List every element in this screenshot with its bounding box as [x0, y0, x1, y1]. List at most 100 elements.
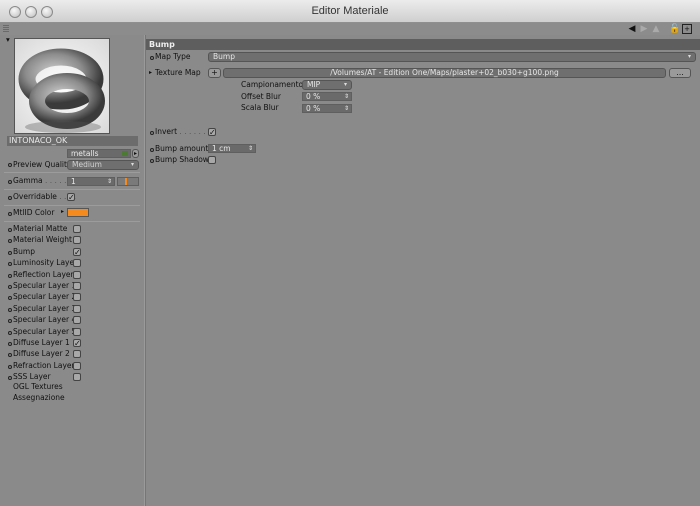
chevron-down-icon: ▾	[130, 161, 134, 168]
stepper-icon[interactable]: ⇕	[344, 93, 349, 101]
texture-add-button[interactable]: +	[208, 68, 221, 78]
material-preview[interactable]	[14, 38, 110, 134]
layer-label[interactable]: Diffuse Layer 1	[13, 338, 70, 348]
preset-field[interactable]: metalls	[67, 149, 131, 158]
layer-label[interactable]: Reflection Layer	[13, 270, 74, 280]
texture-map-label: Texture Map	[155, 68, 201, 77]
layer-label[interactable]: SSS Layer	[13, 372, 51, 382]
layer-checkbox[interactable]	[73, 350, 81, 358]
layer-checkbox[interactable]	[73, 293, 81, 301]
separator	[4, 221, 140, 222]
layer-checkbox[interactable]	[73, 373, 81, 381]
preset-arrow-button[interactable]: ▸	[132, 149, 139, 158]
layer-bullet	[8, 251, 12, 255]
layer-label[interactable]: Bump	[13, 247, 35, 257]
bump-amount-bullet	[150, 148, 154, 152]
bump-amount-input[interactable]: 1 cm ⇕	[208, 144, 256, 153]
layer-bullet	[8, 319, 12, 323]
layer-label[interactable]: Refraction Layer	[13, 361, 75, 371]
forward-arrow-icon[interactable]: ▶	[639, 24, 649, 34]
layer-checkbox[interactable]	[73, 225, 81, 233]
bump-amount-label: Bump amount	[155, 144, 209, 153]
texture-path-field[interactable]: /Volumes/AT - Edition One/Maps/plaster+0…	[223, 68, 666, 78]
new-window-icon[interactable]: +	[682, 24, 692, 34]
layer-label[interactable]: Specular Layer 5	[13, 327, 76, 337]
material-name[interactable]: INTONACO_OK	[7, 136, 138, 146]
up-arrow-icon[interactable]: ▲	[651, 24, 661, 34]
toolbar: ◀ ▶ ▲ 🔓 +	[0, 23, 700, 35]
gamma-slider[interactable]	[117, 177, 139, 186]
left-panel: ▾ INTONACO_OK metalls ▸ Preview Quality …	[0, 35, 144, 506]
layer-label[interactable]: Specular Layer 3	[13, 304, 76, 314]
window-title: Editor Materiale	[311, 5, 389, 17]
overridable-label-text: Overridable	[13, 192, 57, 201]
preview-quality-select[interactable]: Medium ▾	[67, 160, 139, 170]
layer-checkbox[interactable]	[73, 259, 81, 267]
layer-bullet	[8, 308, 12, 312]
stepper-icon[interactable]: ⇕	[344, 105, 349, 113]
lock-icon[interactable]: 🔓	[669, 24, 680, 34]
gamma-slider-handle[interactable]	[125, 178, 127, 185]
offset-blur-input[interactable]: 0 % ⇕	[302, 92, 352, 101]
mtlid-color-swatch[interactable]	[67, 208, 89, 217]
layer-label[interactable]: Specular Layer 2	[13, 292, 76, 302]
gamma-bullet	[8, 180, 12, 184]
overridable-bullet	[8, 196, 12, 200]
layer-label[interactable]: Material Weight	[13, 235, 72, 245]
layer-checkbox[interactable]	[73, 328, 81, 336]
separator	[4, 189, 140, 190]
layer-checkbox[interactable]	[73, 271, 81, 279]
invert-label: Invert . . . . . . . .	[155, 127, 216, 136]
gamma-input[interactable]: 1 ⇕	[67, 177, 115, 186]
preview-quality-bullet	[8, 163, 12, 167]
texture-browse-button[interactable]: ...	[669, 68, 691, 78]
layer-label[interactable]: Luminosity Layer	[13, 258, 77, 268]
material-preview-image	[15, 39, 109, 133]
title-bar: Editor Materiale	[0, 0, 700, 23]
sampling-select[interactable]: MIP ▾	[302, 80, 352, 90]
material-editor-window: Editor Materiale ◀ ▶ ▲ 🔓 + ▾ INTONACO_OK…	[0, 0, 700, 506]
invert-checkbox[interactable]: ✓	[208, 128, 216, 137]
layer-label[interactable]: Material Matte	[13, 224, 67, 234]
stepper-icon[interactable]: ⇕	[107, 178, 112, 186]
layer-bullet	[8, 365, 12, 369]
right-panel	[146, 35, 700, 506]
stepper-icon[interactable]: ⇕	[248, 145, 253, 153]
scale-blur-label: Scala Blur	[241, 103, 279, 112]
layer-checkbox[interactable]: ✓	[73, 248, 81, 257]
separator	[4, 172, 140, 173]
assegnazione-item[interactable]: Assegnazione	[13, 393, 65, 403]
scale-blur-input[interactable]: 0 % ⇕	[302, 104, 352, 113]
overridable-checkbox[interactable]: ✓	[67, 193, 75, 202]
bump-amount-value: 1 cm	[212, 144, 231, 153]
panel-menu-icon[interactable]: ▾	[6, 35, 10, 45]
layer-bullet	[8, 262, 12, 266]
map-type-select[interactable]: Bump ▾	[208, 52, 696, 62]
expand-arrow-icon[interactable]: ▸	[61, 207, 64, 217]
bump-shadows-checkbox[interactable]	[208, 156, 216, 164]
layer-label[interactable]: Specular Layer 1	[13, 281, 76, 291]
layer-bullet	[8, 296, 12, 300]
layer-label[interactable]: Diffuse Layer 2	[13, 349, 70, 359]
layer-checkbox[interactable]: ✓	[73, 339, 81, 348]
layer-checkbox[interactable]	[73, 305, 81, 313]
map-type-label: Map Type	[155, 52, 191, 61]
layer-bullet	[8, 239, 12, 243]
layer-checkbox[interactable]	[73, 236, 81, 244]
ogl-textures-item[interactable]: OGL Textures	[13, 382, 63, 392]
layer-checkbox[interactable]	[73, 316, 81, 324]
grip-icon[interactable]	[3, 25, 9, 33]
layer-bullet	[8, 331, 12, 335]
preset-value: metalls	[71, 149, 99, 158]
layer-checkbox[interactable]	[73, 362, 81, 370]
layer-label[interactable]: Specular Layer 4	[13, 315, 76, 325]
preview-quality-label: Preview Quality	[13, 160, 72, 169]
texture-map-expand-icon[interactable]: ▸	[149, 68, 152, 78]
mtlid-color-bullet	[8, 212, 12, 216]
scale-blur-value: 0 %	[306, 104, 321, 113]
back-arrow-icon[interactable]: ◀	[627, 24, 637, 34]
gamma-label: Gamma . . . . . .	[13, 176, 72, 185]
map-type-value: Bump	[213, 52, 235, 61]
layer-checkbox[interactable]	[73, 282, 81, 290]
offset-blur-label: Offset Blur	[241, 92, 281, 101]
